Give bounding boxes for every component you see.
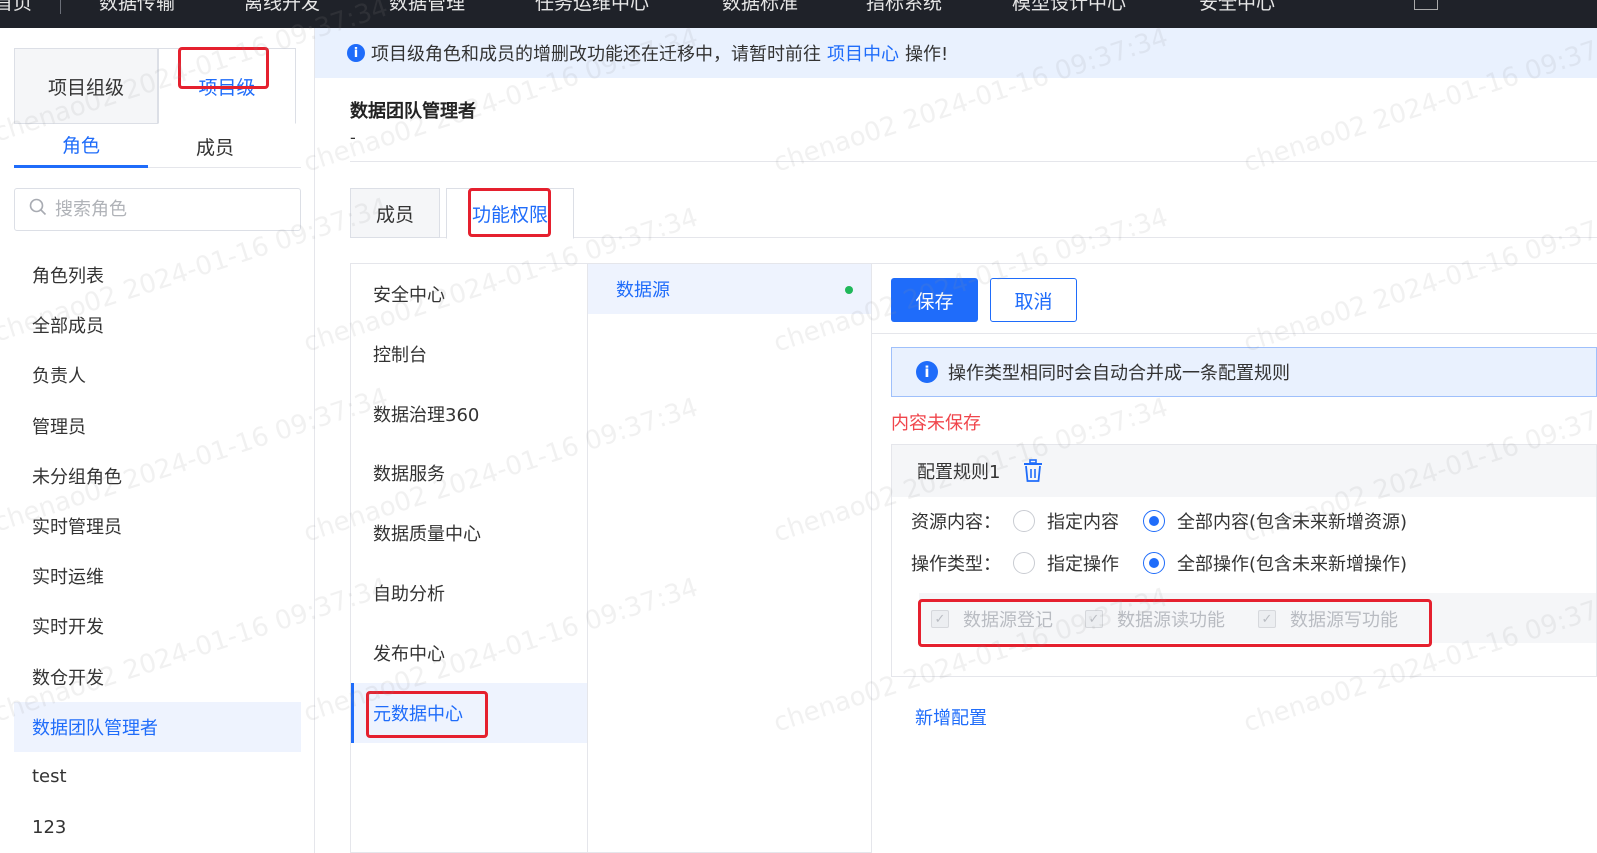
checkbox-label: 数据源登记	[963, 610, 1053, 631]
role-item[interactable]: 全部成员	[14, 300, 301, 350]
operation-type-row: 操作类型： 指定操作 全部操作(包含未来新增操作)	[911, 549, 1431, 577]
unsaved-warning: 内容未保存	[891, 413, 981, 434]
role-item[interactable]: 管理员	[14, 401, 301, 451]
migration-notice-banner: i 项目级角色和成员的增删改功能还在迁移中，请暂时前往 项目中心 操作!	[315, 28, 1597, 78]
radio-all-operation[interactable]: 全部操作(包含未来新增操作)	[1143, 550, 1407, 576]
role-search-box[interactable]	[14, 188, 301, 231]
check-icon: ✓	[1085, 610, 1103, 628]
checkbox-label: 数据源读功能	[1117, 610, 1225, 631]
nav-item-home[interactable]: 首页	[0, 0, 32, 15]
module-list: 安全中心 控制台 数据治理360 数据服务 数据质量中心 自助分析 发布中心 元…	[350, 263, 587, 853]
tip-text: 操作类型相同时会自动合并成一条配置规则	[948, 363, 1290, 384]
role-item[interactable]: 负责人	[14, 350, 301, 400]
module-item[interactable]: 安全中心	[351, 264, 587, 324]
status-dot-icon	[845, 286, 853, 294]
nav-item-model-design[interactable]: 模型设计中心	[1012, 0, 1126, 15]
permission-config-panel: 保存 取消 i 操作类型相同时会自动合并成一条配置规则 内容未保存 配置规则1 …	[872, 263, 1597, 853]
cancel-button[interactable]: 取消	[990, 278, 1077, 322]
radio-label: 全部内容(包含未来新增资源)	[1177, 512, 1408, 533]
rule-title: 配置规则1	[917, 462, 1001, 483]
role-item[interactable]: 角色列表	[14, 250, 301, 300]
nav-item-metrics[interactable]: 指标系统	[866, 0, 942, 15]
module-item-active[interactable]: 元数据中心	[351, 683, 587, 743]
nav-item-data-standard[interactable]: 数据标准	[722, 0, 798, 15]
rule-header: 配置规则1	[892, 445, 1596, 497]
nav-item-offline-dev[interactable]: 离线开发	[244, 0, 320, 15]
tab-member[interactable]: 成员	[148, 124, 282, 168]
radio-specified-operation[interactable]: 指定操作	[1013, 550, 1119, 576]
role-detail-tabs: 成员 功能权限	[350, 188, 1597, 239]
role-item[interactable]: test	[14, 752, 301, 802]
divider	[350, 161, 1597, 162]
resource-content-label: 资源内容：	[911, 512, 1001, 533]
role-item[interactable]: 数仓开发	[14, 652, 301, 702]
radio-checked-icon	[1143, 552, 1165, 574]
resource-label: 数据源	[616, 280, 670, 301]
role-item[interactable]: 实时开发	[14, 601, 301, 651]
role-item[interactable]: 未分组角色	[14, 451, 301, 501]
role-item[interactable]: 123	[14, 802, 301, 852]
nav-box-icon[interactable]	[1414, 0, 1438, 10]
divider	[872, 333, 1597, 334]
tab-role[interactable]: 角色	[14, 124, 148, 168]
tab-role-members[interactable]: 成员	[350, 188, 440, 238]
nav-item-security[interactable]: 安全中心	[1199, 0, 1275, 15]
project-center-link[interactable]: 项目中心	[827, 40, 899, 66]
config-rule-card: 配置规则1 资源内容： 指定内容 全部内容(包含未来新增资源) 操作类型： 指定…	[891, 444, 1597, 677]
nav-item-more[interactable]: ···	[1346, 0, 1364, 10]
resource-content-row: 资源内容： 指定内容 全部内容(包含未来新增资源)	[911, 507, 1431, 535]
role-item[interactable]: 实时管理员	[14, 501, 301, 551]
module-item[interactable]: 自助分析	[351, 563, 587, 623]
radio-label: 指定内容	[1047, 512, 1119, 533]
role-member-tabs: 角色 成员	[14, 124, 301, 168]
radio-label: 指定操作	[1047, 554, 1119, 575]
module-item[interactable]: 数据质量中心	[351, 503, 587, 563]
nav-item-data-transfer[interactable]: 数据传输	[99, 0, 175, 15]
tab-function-permissions[interactable]: 功能权限	[446, 188, 574, 239]
checkbox-label: 数据源写功能	[1290, 610, 1398, 631]
trash-icon[interactable]	[1020, 458, 1046, 484]
nav-item-data-manage[interactable]: 数据管理	[389, 0, 465, 15]
banner-text: 项目级角色和成员的增删改功能还在迁移中，请暂时前往	[371, 44, 821, 65]
radio-specified-content[interactable]: 指定内容	[1013, 508, 1119, 534]
checkbox-datasource-register[interactable]: ✓ 数据源登记	[931, 606, 1053, 632]
tab-project-level[interactable]: 项目级	[158, 48, 296, 124]
top-nav: 首页 数据传输 离线开发 数据管理 任务运维中心 数据标准 指标系统 模型设计中…	[0, 0, 1597, 28]
checkbox-datasource-read[interactable]: ✓ 数据源读功能	[1085, 606, 1225, 632]
module-item[interactable]: 发布中心	[351, 623, 587, 683]
role-description: -	[350, 128, 356, 147]
banner-suffix: 操作!	[905, 44, 949, 65]
radio-unchecked-icon	[1013, 510, 1035, 532]
info-icon: i	[916, 361, 938, 383]
search-icon	[29, 198, 47, 221]
radio-all-content[interactable]: 全部内容(包含未来新增资源)	[1143, 508, 1407, 534]
resource-list: 数据源	[587, 263, 872, 853]
role-item-active[interactable]: 数据团队管理者	[14, 701, 301, 752]
check-icon: ✓	[931, 610, 949, 628]
merge-rule-tip: i 操作类型相同时会自动合并成一条配置规则	[891, 347, 1597, 397]
check-icon: ✓	[1258, 610, 1276, 628]
checkbox-datasource-write[interactable]: ✓ 数据源写功能	[1258, 606, 1398, 632]
add-config-link[interactable]: 新增配置	[915, 704, 987, 730]
role-sidebar: 项目组级 项目级 角色 成员 角色列表 全部成员 负责人 管理员 未分组角色 实…	[0, 28, 315, 853]
module-item[interactable]: 控制台	[351, 324, 587, 384]
radio-checked-icon	[1143, 510, 1165, 532]
permission-checkbox-group: ✓ 数据源登记 ✓ 数据源读功能 ✓ 数据源写功能	[919, 593, 1596, 643]
nav-separator	[60, 0, 61, 14]
role-title: 数据团队管理者	[350, 101, 476, 122]
role-search-input[interactable]	[55, 199, 275, 220]
save-button[interactable]: 保存	[891, 278, 978, 322]
nav-item-ops-center[interactable]: 任务运维中心	[535, 0, 649, 15]
tab-project-group-level[interactable]: 项目组级	[14, 48, 158, 124]
module-item[interactable]: 数据服务	[351, 443, 587, 503]
module-item[interactable]: 数据治理360	[351, 384, 587, 444]
role-item[interactable]: 实时运维	[14, 551, 301, 601]
radio-label: 全部操作(包含未来新增操作)	[1177, 554, 1408, 575]
radio-unchecked-icon	[1013, 552, 1035, 574]
info-icon: i	[347, 44, 365, 62]
operation-type-label: 操作类型：	[911, 554, 1001, 575]
role-list: 角色列表 全部成员 负责人 管理员 未分组角色 实时管理员 实时运维 实时开发 …	[14, 250, 301, 852]
resource-item-datasource[interactable]: 数据源	[588, 264, 871, 314]
